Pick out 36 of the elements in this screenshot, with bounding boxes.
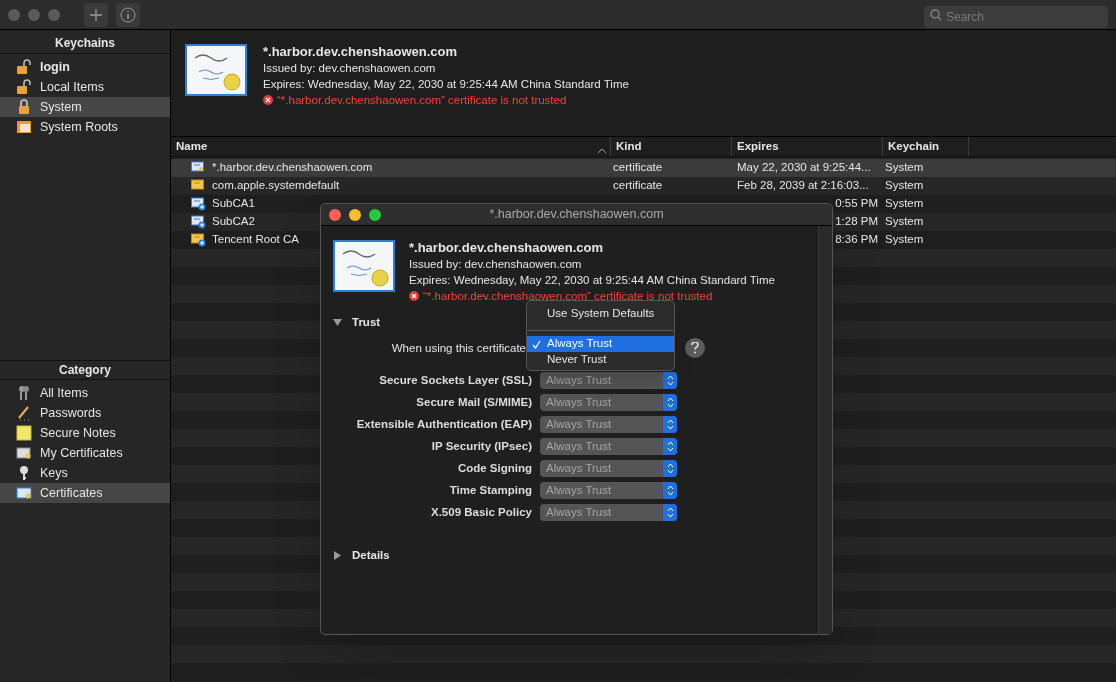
field-label: IP Security (IPsec) bbox=[430, 438, 532, 454]
field-label: Secure Mail (S/MIME) bbox=[415, 394, 532, 410]
expiry-text: Expires: Wednesday, May 22, 2030 at 9:25:44 AM China Standard Time bbox=[263, 77, 629, 92]
section-header: Keychains bbox=[0, 34, 170, 54]
field-label: Secure Sockets Layer (SSL) bbox=[378, 372, 532, 388]
table-cell: System bbox=[885, 197, 924, 210]
expiry-text: Expires: Wednesday, May 22, 2030 at 9:25:44 AM China Standard Time bbox=[409, 273, 775, 288]
table-cell-text: Tencent Root CA bbox=[212, 232, 299, 248]
warning-text: “*.harbor.dev.chenshaowen.com” certificate is not trusted bbox=[277, 93, 567, 108]
table-cell: System bbox=[885, 161, 924, 174]
field-label: Time Stamping bbox=[448, 482, 532, 498]
field-label: Extensible Authentication (EAP) bbox=[355, 416, 532, 432]
certificate-name: *.harbor.dev.chenshaowen.com bbox=[263, 44, 459, 60]
table-cell: System bbox=[885, 179, 924, 192]
issuer-text: Issued by: dev.chenshaowen.com bbox=[263, 61, 437, 76]
table-cell-text: 0:55 PM bbox=[835, 196, 878, 212]
table-cell: certificate bbox=[613, 161, 663, 174]
table-cell-text: SubCA2 bbox=[212, 214, 255, 230]
table-cell: certificate bbox=[613, 179, 663, 192]
field-label: X.509 Basic Policy bbox=[430, 504, 532, 520]
section-header: Category bbox=[0, 360, 170, 380]
field-label: When using this certificate bbox=[390, 340, 527, 356]
field-label: Code Signing bbox=[456, 460, 532, 476]
table-cell-text: com.apple.systemdefault bbox=[212, 178, 340, 194]
certificate-name: *.harbor.dev.chenshaowen.com bbox=[409, 240, 605, 256]
table-cell: System bbox=[885, 215, 924, 228]
table-cell-text: May 22, 2030 at 9:25:44... bbox=[737, 160, 871, 176]
issuer-text: Issued by: dev.chenshaowen.com bbox=[409, 257, 583, 272]
table-cell-text: Feb 28, 2039 at 2:16:03... bbox=[737, 178, 869, 194]
table-cell-text: 1:28 PM bbox=[835, 214, 878, 230]
table-cell: System bbox=[885, 233, 924, 246]
warning-text: “*.harbor.dev.chenshaowen.com” certificate is not trusted bbox=[423, 289, 713, 304]
table-cell-text: 8:36 PM bbox=[835, 232, 878, 248]
table-cell-text: SubCA1 bbox=[212, 196, 255, 212]
window-title: *.harbor.dev.chenshaowen.com bbox=[488, 206, 665, 224]
table-cell-text: *.harbor.dev.chenshaowen.com bbox=[212, 160, 373, 176]
